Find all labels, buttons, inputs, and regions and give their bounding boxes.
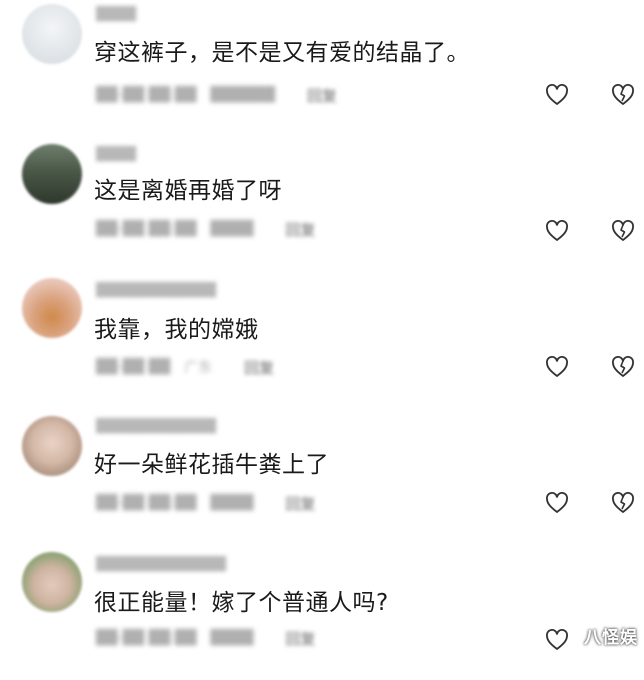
like-button[interactable]: [544, 491, 570, 515]
reply-button[interactable]: 回复: [285, 493, 315, 514]
comment-item: ████████████ 好一朵鲜花插牛粪上了 ██-██ ██:██ ████…: [0, 408, 644, 544]
heart-outline-icon: [546, 84, 568, 105]
avatar[interactable]: [22, 416, 82, 476]
comment-location: 广东: [184, 360, 213, 376]
comment-text: 好一朵鲜花插牛粪上了: [94, 452, 329, 478]
like-button[interactable]: [544, 83, 570, 107]
comment-location: ████: [210, 630, 254, 646]
dislike-button[interactable]: [610, 83, 636, 107]
comment-item: ████████████ 我靠，我的嫦娥 ██-██ ██ 广东 回复: [0, 272, 644, 408]
reply-button[interactable]: 回复: [307, 85, 337, 106]
comment-meta: ██-██ ██:██ ████ 回复: [96, 628, 315, 649]
comment-meta: ██-██ ██:██ ██████ 回复: [96, 85, 337, 106]
broken-heart-icon: [612, 84, 634, 105]
comment-text: 我靠，我的嫦娥: [94, 317, 259, 343]
comment-item: ████ 穿这裤子，是不是又有爱的结晶了。 ██-██ ██:██ ██████…: [0, 0, 644, 136]
heart-outline-icon: [546, 356, 568, 377]
avatar[interactable]: [22, 4, 82, 64]
dislike-button[interactable]: [610, 219, 636, 243]
username[interactable]: █████████████: [96, 558, 226, 572]
comment-time: ██-██ ██:██: [96, 87, 197, 103]
avatar[interactable]: [22, 144, 82, 204]
heart-outline-icon: [546, 492, 568, 513]
heart-outline-icon: [546, 220, 568, 241]
comment-location: ██████: [210, 87, 275, 103]
dislike-button[interactable]: [610, 491, 636, 515]
username[interactable]: ████: [96, 8, 136, 22]
like-button[interactable]: [544, 628, 570, 652]
like-button[interactable]: [544, 219, 570, 243]
comment-location: ████: [210, 221, 254, 237]
comment-text: 穿这裤子，是不是又有爱的结晶了。: [94, 40, 470, 66]
heart-outline-icon: [546, 629, 568, 650]
dislike-button[interactable]: [610, 355, 636, 379]
comment-meta: ██-██ ██ 广东 回复: [96, 357, 274, 378]
like-button[interactable]: [544, 355, 570, 379]
username[interactable]: ████: [96, 148, 136, 162]
comment-location: ████: [210, 495, 254, 511]
avatar[interactable]: [22, 552, 82, 612]
comment-time: ██-██ ██: [96, 359, 171, 375]
comment-time: ██-██ ██:██: [96, 495, 197, 511]
username[interactable]: ████████████: [96, 420, 216, 434]
comment-time: ██-██ ██:██: [96, 630, 197, 646]
comment-text: 很正能量！嫁了个普通人吗?: [94, 590, 389, 616]
broken-heart-icon: [612, 356, 634, 377]
reply-button[interactable]: 回复: [285, 628, 315, 649]
reply-button[interactable]: 回复: [285, 219, 315, 240]
broken-heart-icon: [612, 492, 634, 513]
reply-button[interactable]: 回复: [244, 357, 274, 378]
comment-time: ██-██ ██:██: [96, 221, 197, 237]
watermark: 八怪娱: [584, 628, 638, 648]
comment-item: ████ 这是离婚再婚了呀 ██-██ ██:██ ████ 回复: [0, 136, 644, 272]
comment-meta: ██-██ ██:██ ████ 回复: [96, 493, 315, 514]
username[interactable]: ████████████: [96, 284, 216, 298]
avatar[interactable]: [22, 278, 82, 338]
comment-meta: ██-██ ██:██ ████ 回复: [96, 219, 315, 240]
broken-heart-icon: [612, 220, 634, 241]
comment-text: 这是离婚再婚了呀: [94, 178, 282, 204]
